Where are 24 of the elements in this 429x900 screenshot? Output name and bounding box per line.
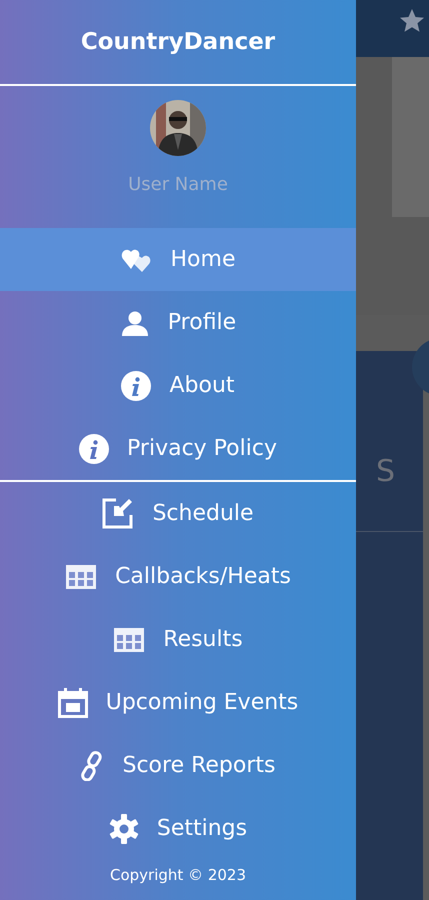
table-icon [65,564,98,590]
card-text: S [376,454,396,488]
menu-item[interactable]: Score Reports [0,734,356,797]
info-icon [79,434,110,464]
star-icon[interactable] [399,8,425,34]
menu-item[interactable]: Callbacks/Heats [0,545,356,608]
menu-item[interactable]: Privacy Policy [0,417,356,480]
menu-item[interactable]: Schedule [0,482,356,545]
menu-item[interactable]: Results [0,608,356,671]
edit-box-icon [102,498,134,529]
menu-item[interactable]: Profile [0,291,356,354]
menu-item[interactable]: Home [0,228,356,291]
person-icon [120,310,150,336]
link-icon [80,750,104,780]
info-icon [121,370,152,400]
menu-item[interactable]: About [0,354,356,417]
calendar-icon [58,688,88,718]
user-name: User Name [128,174,228,195]
menu-item[interactable]: Upcoming Events [0,671,356,734]
copyright-text: Copyright © 2023 [108,866,247,884]
table-icon [113,626,146,652]
menu-item[interactable]: Settings [0,797,356,860]
app-title: CountryDancer [80,29,276,55]
settings-icon [108,814,139,844]
